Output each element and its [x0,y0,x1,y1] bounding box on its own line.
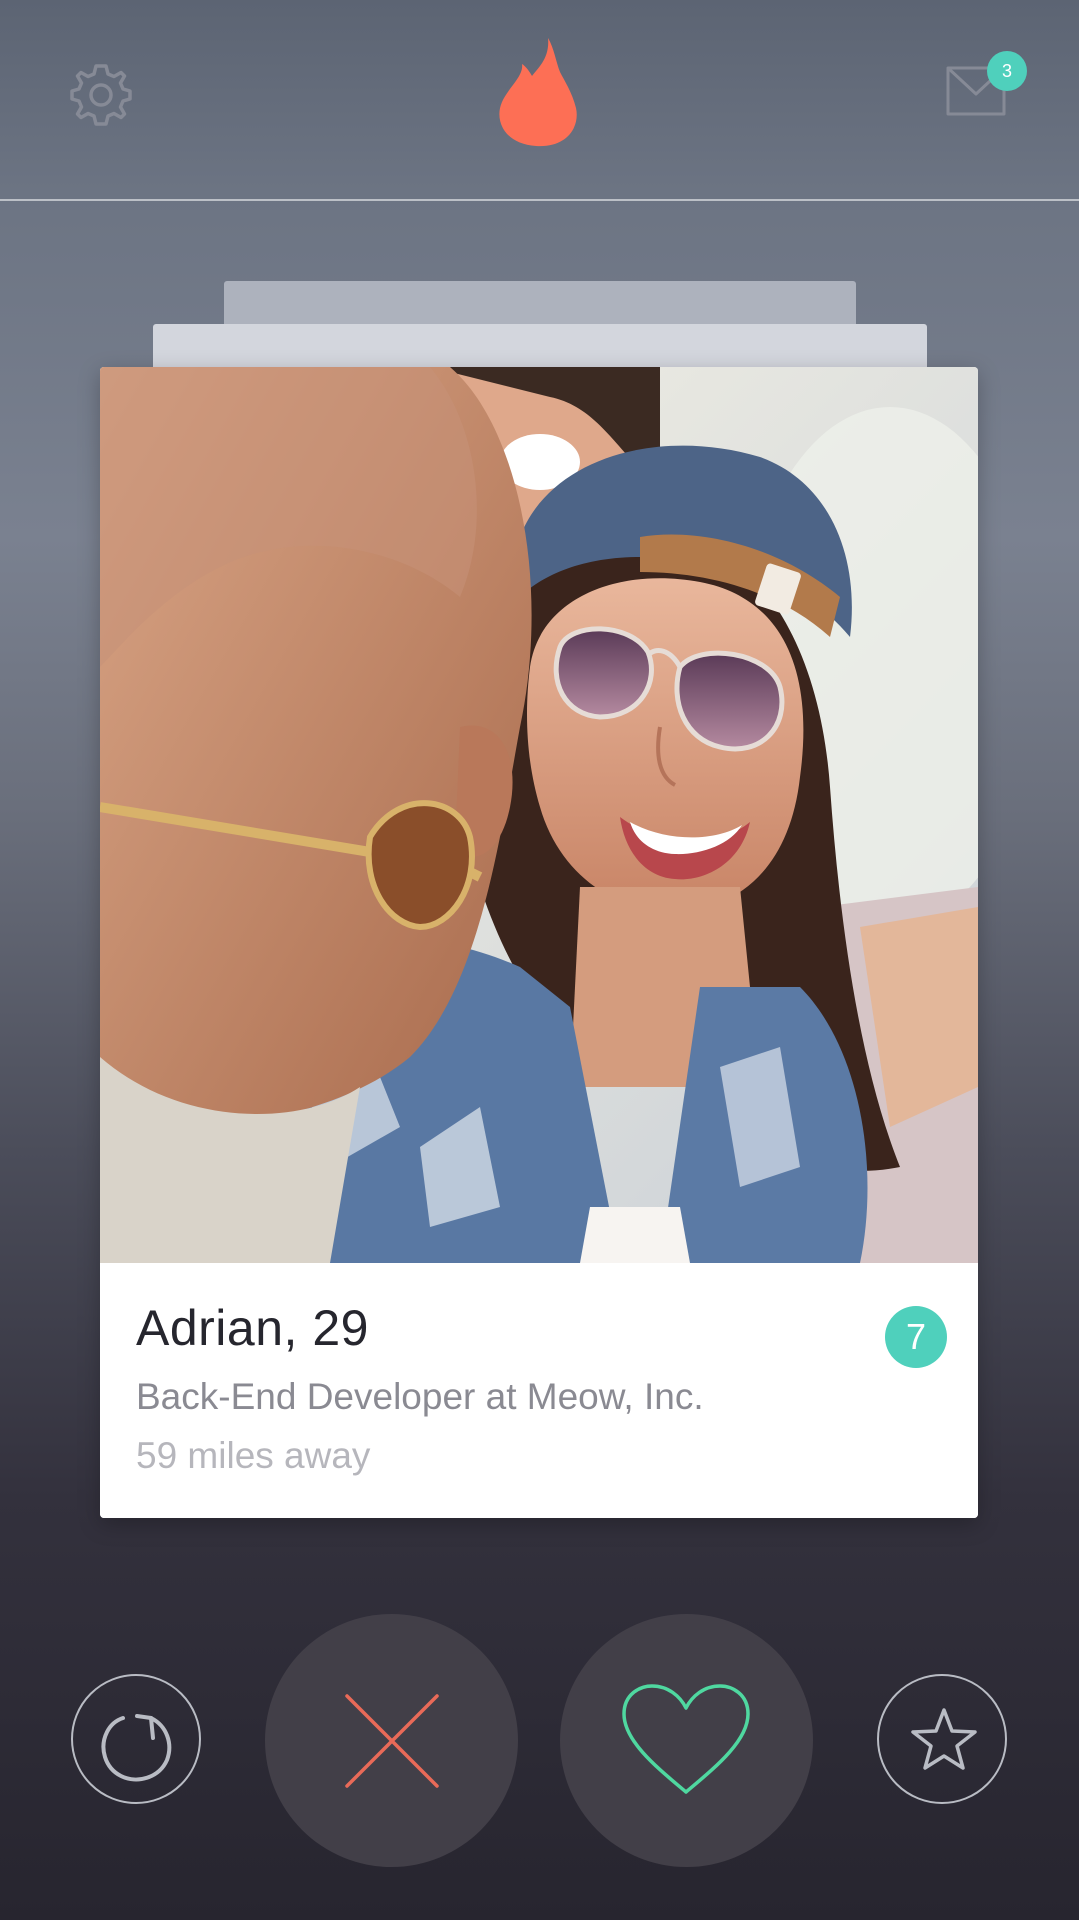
profile-card[interactable]: Adrian, 29 Back-End Developer at Meow, I… [100,367,978,1518]
common-connections-badge[interactable]: 7 [885,1306,947,1368]
header-divider [0,199,1079,201]
rewind-button[interactable] [71,1674,201,1804]
nope-button[interactable] [265,1614,518,1867]
profile-job: Back-End Developer at Meow, Inc. [136,1376,704,1417]
gear-icon[interactable] [66,60,136,130]
profile-distance: 59 miles away [136,1435,371,1476]
like-button[interactable] [560,1614,813,1867]
messages-count-badge: 3 [987,51,1027,91]
app-screen: 3 Adrian, 29 Back-End Developer at Meow,… [0,0,1079,1920]
top-bar: 3 [0,0,1079,199]
profile-info: Adrian, 29 Back-End Developer at Meow, I… [100,1263,978,1518]
flame-icon [492,36,582,148]
profile-photo [100,367,978,1263]
profile-name-age: Adrian, 29 [136,1300,369,1356]
super-like-button[interactable] [877,1674,1007,1804]
